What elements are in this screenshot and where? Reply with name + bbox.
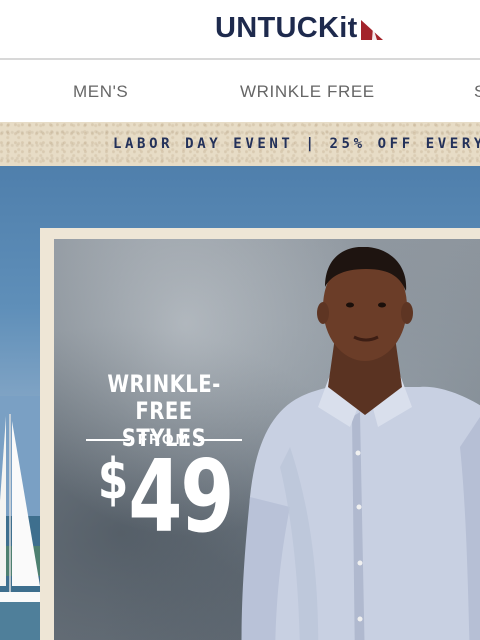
headline-line1: WRINKLE-FREE: [107, 370, 221, 425]
hero-price: $ 49: [98, 447, 235, 547]
brand-logo[interactable]: UNTUCKit: [215, 10, 385, 46]
promo-text: LABOR DAY EVENT | 25% OFF EVERYTHING: [113, 136, 480, 152]
nav-item-partial[interactable]: S: [474, 82, 480, 102]
price-amount: 49: [128, 438, 234, 555]
nav-item-wrinkle-free[interactable]: WRINKLE FREE: [240, 82, 375, 102]
price-currency: $: [97, 447, 129, 512]
divider-left: [85, 438, 130, 441]
category-nav: MEN'S WRINKLE FREE S: [0, 60, 480, 122]
promo-banner[interactable]: LABOR DAY EVENT | 25% OFF EVERYTHING: [0, 122, 480, 166]
logo-flag-icon: [360, 19, 383, 40]
nav-item-mens[interactable]: MEN'S: [73, 82, 128, 102]
site-header: UNTUCKit: [0, 0, 480, 60]
logo-wordmark: UNTUCKit: [215, 11, 358, 44]
model-image: [241, 247, 480, 640]
hero-panel: WRINKLE-FREE STYLES FROM $ 49: [54, 239, 480, 640]
sailboat-image: [0, 396, 44, 640]
hero-banner[interactable]: WRINKLE-FREE STYLES FROM $ 49: [0, 166, 480, 640]
